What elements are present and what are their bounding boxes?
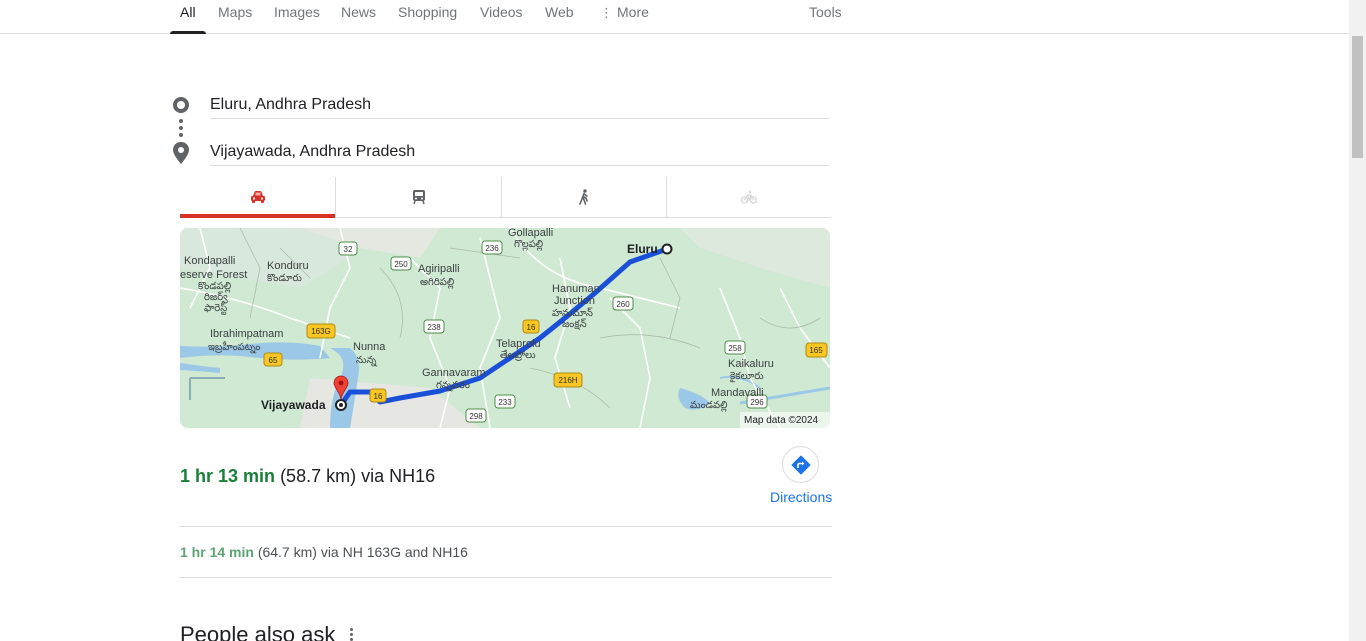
primary-route-detail: (58.7 km) via NH16 [280,466,436,486]
shield-32: 32 [344,245,353,254]
tab-maps[interactable]: Maps [218,4,252,34]
svg-text:నున్న: నున్న [356,355,378,367]
svg-text:298: 298 [469,412,483,421]
tab-news[interactable]: News [341,4,376,34]
svg-text:ఇబ్రహీంపట్నం: ఇబ్రహీంపట్నం [208,341,260,354]
map-canvas: 32 250 236 238 163G 65 16 16 260 258 165… [180,228,830,428]
tab-more[interactable]: ⋮ More [600,4,649,34]
primary-route-summary[interactable]: 1 hr 13 min (58.7 km) via NH16 [180,466,435,487]
svg-text:Kaikaluru: Kaikaluru [728,358,774,370]
alternate-route-time: 1 hr 14 min [180,544,254,560]
map-label-vijayawada: Vijayawada [261,398,326,412]
map-label-eluru: Eluru [627,242,658,256]
svg-text:Gollapalli: Gollapalli [508,228,553,239]
search-results-page: All Maps Images News Shopping Videos Web… [0,0,1366,641]
svg-text:జంక్షన్: జంక్షన్ [562,318,587,330]
svg-text:Kondapalli: Kondapalli [184,255,235,267]
svg-text:260: 260 [616,300,630,309]
svg-text:గొల్లపల్లి: గొల్లపల్లి [514,239,543,251]
svg-text:eserve Forest: eserve Forest [180,269,247,281]
more-vert-icon: ⋮ [600,5,613,20]
svg-text:ఫారెస్ట్: ఫారెస్ట్ [204,302,227,315]
svg-text:163G: 163G [311,327,331,336]
walk-icon [579,189,588,205]
map-attribution: Map data ©2024 [744,415,819,426]
divider [180,526,832,527]
tab-web[interactable]: Web [545,4,574,34]
more-options-icon[interactable] [346,628,356,641]
svg-text:236: 236 [485,244,499,253]
svg-text:తేలప్రోలు: తేలప్రోలు [500,349,536,361]
tab-shopping[interactable]: Shopping [398,4,457,34]
scrollbar-thumb[interactable] [1352,36,1363,158]
divider [180,577,832,578]
svg-text:Telaprolu: Telaprolu [496,338,541,350]
mode-driving[interactable] [180,177,335,217]
people-also-ask-heading: People also ask [180,622,336,641]
svg-text:కొండూరు: కొండూరు [267,273,302,284]
svg-text:258: 258 [728,344,742,353]
svg-text:Hanuman: Hanuman [552,283,600,295]
tools-button[interactable]: Tools [809,4,842,34]
tab-videos[interactable]: Videos [480,4,523,34]
mode-transit[interactable] [335,177,501,217]
svg-text:కైకలూరు: కైకలూరు [730,371,764,383]
mode-cycling[interactable] [666,177,831,217]
svg-text:65: 65 [269,356,278,365]
tab-all[interactable]: All [170,4,205,34]
svg-text:250: 250 [394,260,408,269]
tab-more-label: More [617,4,649,20]
svg-text:216H: 216H [558,376,577,385]
tab-images[interactable]: Images [274,4,320,34]
travel-mode-tabs [180,177,831,218]
mode-walking[interactable] [501,177,666,217]
directions-icon [791,455,810,474]
alternate-route-summary[interactable]: 1 hr 14 min (64.7 km) via NH 163G and NH… [180,544,468,560]
directions-link[interactable]: Directions [770,489,832,505]
directions-button[interactable] [782,446,819,483]
destination-pin-icon [172,142,190,169]
svg-text:16: 16 [374,392,383,401]
svg-text:296: 296 [750,398,764,407]
route-map[interactable]: 32 250 236 238 163G 65 16 16 260 258 165… [180,228,830,428]
svg-text:16: 16 [527,323,536,332]
destination-field[interactable]: Vijayawada, Andhra Pradesh [210,142,829,166]
origin-field[interactable]: Eluru, Andhra Pradesh [210,95,829,119]
svg-text:Konduru: Konduru [267,260,309,272]
svg-text:అగిరిపల్లి: అగిరిపల్లి [420,277,454,289]
primary-route-time: 1 hr 13 min [180,466,276,486]
svg-text:165: 165 [809,346,823,355]
alternate-route-detail: (64.7 km) via NH 163G and NH16 [257,544,468,560]
transit-icon [412,190,425,205]
vertical-scrollbar[interactable] [1349,0,1366,641]
svg-text:Ibrahimpatnam: Ibrahimpatnam [210,328,283,340]
svg-text:Junction: Junction [554,295,595,307]
svg-text:233: 233 [498,398,512,407]
svg-text:Nunna: Nunna [353,341,386,353]
svg-text:మండవల్లి: మండవల్లి [690,400,728,412]
svg-text:Agiripalli: Agiripalli [418,263,460,275]
search-tabs-bar: All Maps Images News Shopping Videos Web… [0,0,1349,34]
car-icon [250,191,265,203]
origin-circle-icon [173,97,189,113]
bicycle-icon [741,190,757,204]
active-mode-indicator [180,214,335,218]
svg-text:238: 238 [427,323,441,332]
svg-text:Gannavaram: Gannavaram [422,367,486,379]
svg-text:గన్నవరం: గన్నవరం [436,380,470,392]
svg-text:Mandavalli: Mandavalli [711,387,764,399]
svg-text:హనుమాన్: హనుమాన్ [552,307,593,319]
